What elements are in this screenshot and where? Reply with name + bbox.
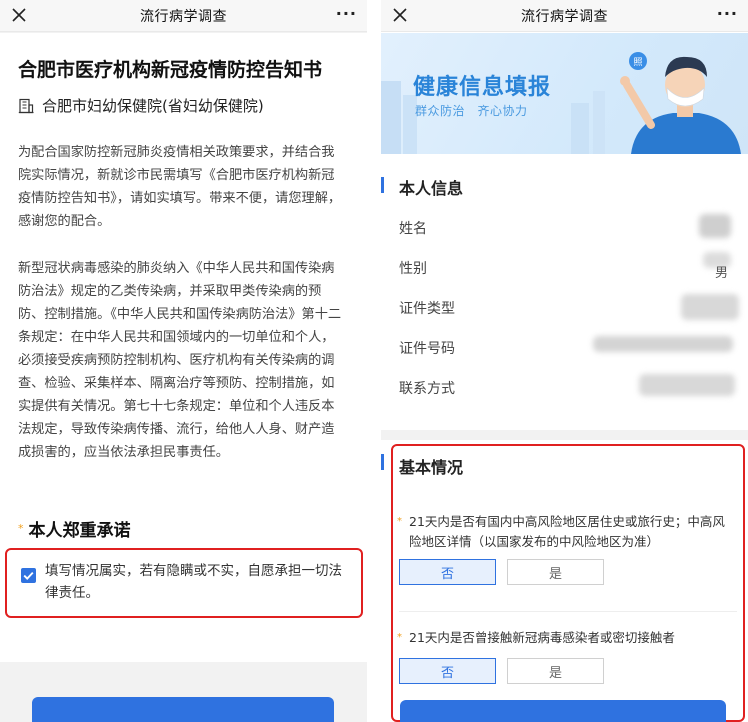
basic-info-section: 基本情况 * 21天内是否有国内中高风险地区居住史或旅行史；中高风险地区详情（以… [391, 444, 745, 722]
more-icon[interactable]: ··· [336, 4, 357, 23]
question-1-text: 21天内是否有国内中高风险地区居住史或旅行史；中高风险地区详情（以国家发布的中风… [409, 514, 725, 549]
right-screen: 流行病学调查 ··· 照 健康信息填报 群众防治 齐心协力 本人信息 姓名 性别… [381, 0, 748, 722]
gender-value-partial: 男 [715, 266, 729, 281]
field-label-id-type: 证件类型 [399, 301, 455, 317]
org-row: 合肥市妇幼保健院(省妇幼保健院) [18, 95, 264, 116]
nav-title: 流行病学调查 [140, 8, 227, 25]
required-star-icon: * [397, 516, 402, 527]
nav-title: 流行病学调查 [521, 8, 608, 25]
redacted-id-type [681, 294, 739, 320]
redacted-phone [639, 374, 735, 396]
submit-button[interactable] [400, 700, 726, 722]
field-label-id-number: 证件号码 [399, 341, 455, 357]
intro-paragraph: 为配合国家防控新冠肺炎疫情相关政策要求，并结合我院实际情况，新就诊市民需填写《合… [18, 145, 342, 229]
pledge-title: 本人郑重承诺 [28, 521, 131, 541]
checkmark-icon [23, 571, 34, 580]
more-icon[interactable]: ··· [717, 4, 738, 23]
section-gap [381, 430, 748, 440]
required-star-icon: * [18, 522, 24, 535]
bubble-badge: 照 [633, 57, 642, 68]
nav-bar: 流行病学调查 ··· [0, 0, 367, 32]
required-star-icon: * [397, 632, 402, 643]
notice-card: 合肥市医疗机构新冠疫情防控告知书 合肥市妇幼保健院(省妇幼保健院) 为配合国家防… [0, 33, 367, 662]
pledge-section-title: * 本人郑重承诺 [18, 516, 131, 541]
notice-title: 合肥市医疗机构新冠疫情防控告知书 [18, 59, 323, 81]
field-label-gender: 性别 [399, 261, 427, 277]
pledge-checkbox[interactable] [21, 568, 36, 583]
pledge-box[interactable]: 填写情况属实，若有隐瞒或不实，自愿承担一切法律责任。 [5, 548, 363, 618]
banner-title: 健康信息填报 [413, 75, 552, 100]
personal-info-title: 本人信息 [399, 179, 464, 198]
hospital-building-icon [18, 98, 34, 113]
close-icon[interactable] [389, 4, 411, 26]
section-accent-bar [381, 454, 384, 470]
personal-info-section: 本人信息 姓名 性别 男 证件类型 证件号码 联系方式 [381, 154, 748, 430]
field-label-phone: 联系方式 [399, 381, 455, 397]
field-label-name: 姓名 [399, 221, 427, 237]
question-divider [399, 611, 737, 612]
redacted-id-number [593, 336, 733, 352]
basic-info-title: 基本情况 [399, 458, 464, 477]
question-1-option-no[interactable]: 否 [399, 559, 496, 585]
left-screen: 流行病学调查 ··· 合肥市医疗机构新冠疫情防控告知书 合肥市妇幼保健院(省妇幼… [0, 0, 367, 722]
question-1-option-yes[interactable]: 是 [507, 559, 604, 585]
org-name: 合肥市妇幼保健院(省妇幼保健院) [42, 97, 264, 115]
question-2-option-yes[interactable]: 是 [507, 658, 604, 684]
submit-button[interactable] [32, 697, 334, 722]
section-accent-bar [381, 177, 384, 193]
pledge-text: 填写情况属实，若有隐瞒或不实，自愿承担一切法律责任。 [45, 563, 342, 601]
close-icon[interactable] [8, 4, 30, 26]
law-paragraph: 新型冠状病毒感染的肺炎纳入《中华人民共和国传染病防治法》规定的乙类传染病，并采取… [18, 261, 342, 460]
banner-subtitle: 群众防治 齐心协力 [415, 104, 528, 118]
nav-bar: 流行病学调查 ··· [381, 0, 748, 32]
redacted-name [699, 214, 731, 238]
question-2-option-no[interactable]: 否 [399, 658, 496, 684]
question-2-text: 21天内是否曾接触新冠病毒感染者或密切接触者 [409, 630, 675, 645]
health-banner: 照 健康信息填报 群众防治 齐心协力 [381, 33, 748, 154]
